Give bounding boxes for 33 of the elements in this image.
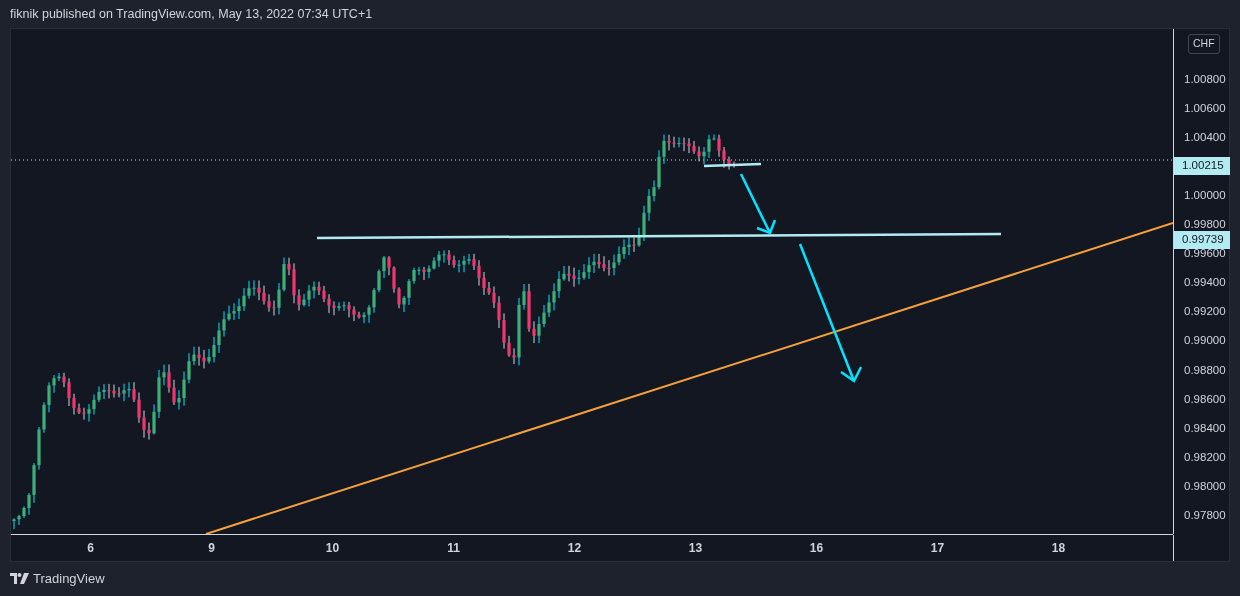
price-label: 1.00600 — [1184, 100, 1226, 116]
arrow-icon — [798, 243, 863, 383]
price-label: 1.00400 — [1184, 130, 1226, 146]
price-marker: 1.00215 — [1174, 157, 1230, 175]
price-label: 0.98400 — [1184, 420, 1226, 436]
date-label: 17 — [930, 539, 945, 557]
arrow-icon — [739, 173, 777, 235]
price-label: 0.99600 — [1184, 246, 1226, 262]
date-label: 13 — [688, 539, 703, 557]
date-label: 10 — [325, 539, 340, 557]
price-label: 0.99200 — [1184, 304, 1226, 320]
date-label: 6 — [87, 539, 94, 557]
price-label: 0.99800 — [1184, 217, 1226, 233]
date-label: 11 — [447, 539, 460, 557]
price-label: 1.00800 — [1184, 71, 1226, 87]
date-label: 18 — [1051, 539, 1066, 557]
date-label: 16 — [809, 539, 824, 557]
price-label: 0.98800 — [1184, 362, 1226, 378]
price-marker: 0.99739 — [1174, 231, 1230, 249]
date-label: 9 — [208, 539, 215, 557]
price-label: 0.99000 — [1184, 333, 1226, 349]
date-label: 12 — [567, 539, 582, 557]
currency-badge[interactable]: CHF — [1188, 34, 1220, 54]
price-label: 0.97800 — [1184, 507, 1226, 523]
logo-icon — [10, 573, 29, 584]
publish-info: fiknik published on TradingView.com, May 13, 2022 07:34 UTC+1 — [10, 5, 373, 23]
price-label: 0.98600 — [1184, 391, 1226, 407]
price-label: 0.98200 — [1184, 449, 1226, 465]
price-label: 0.99400 — [1184, 275, 1226, 291]
price-label: 0.98000 — [1184, 478, 1226, 494]
logo-text: TradingView — [33, 569, 105, 588]
price-label: 1.00000 — [1184, 188, 1226, 204]
support-line — [703, 162, 762, 168]
